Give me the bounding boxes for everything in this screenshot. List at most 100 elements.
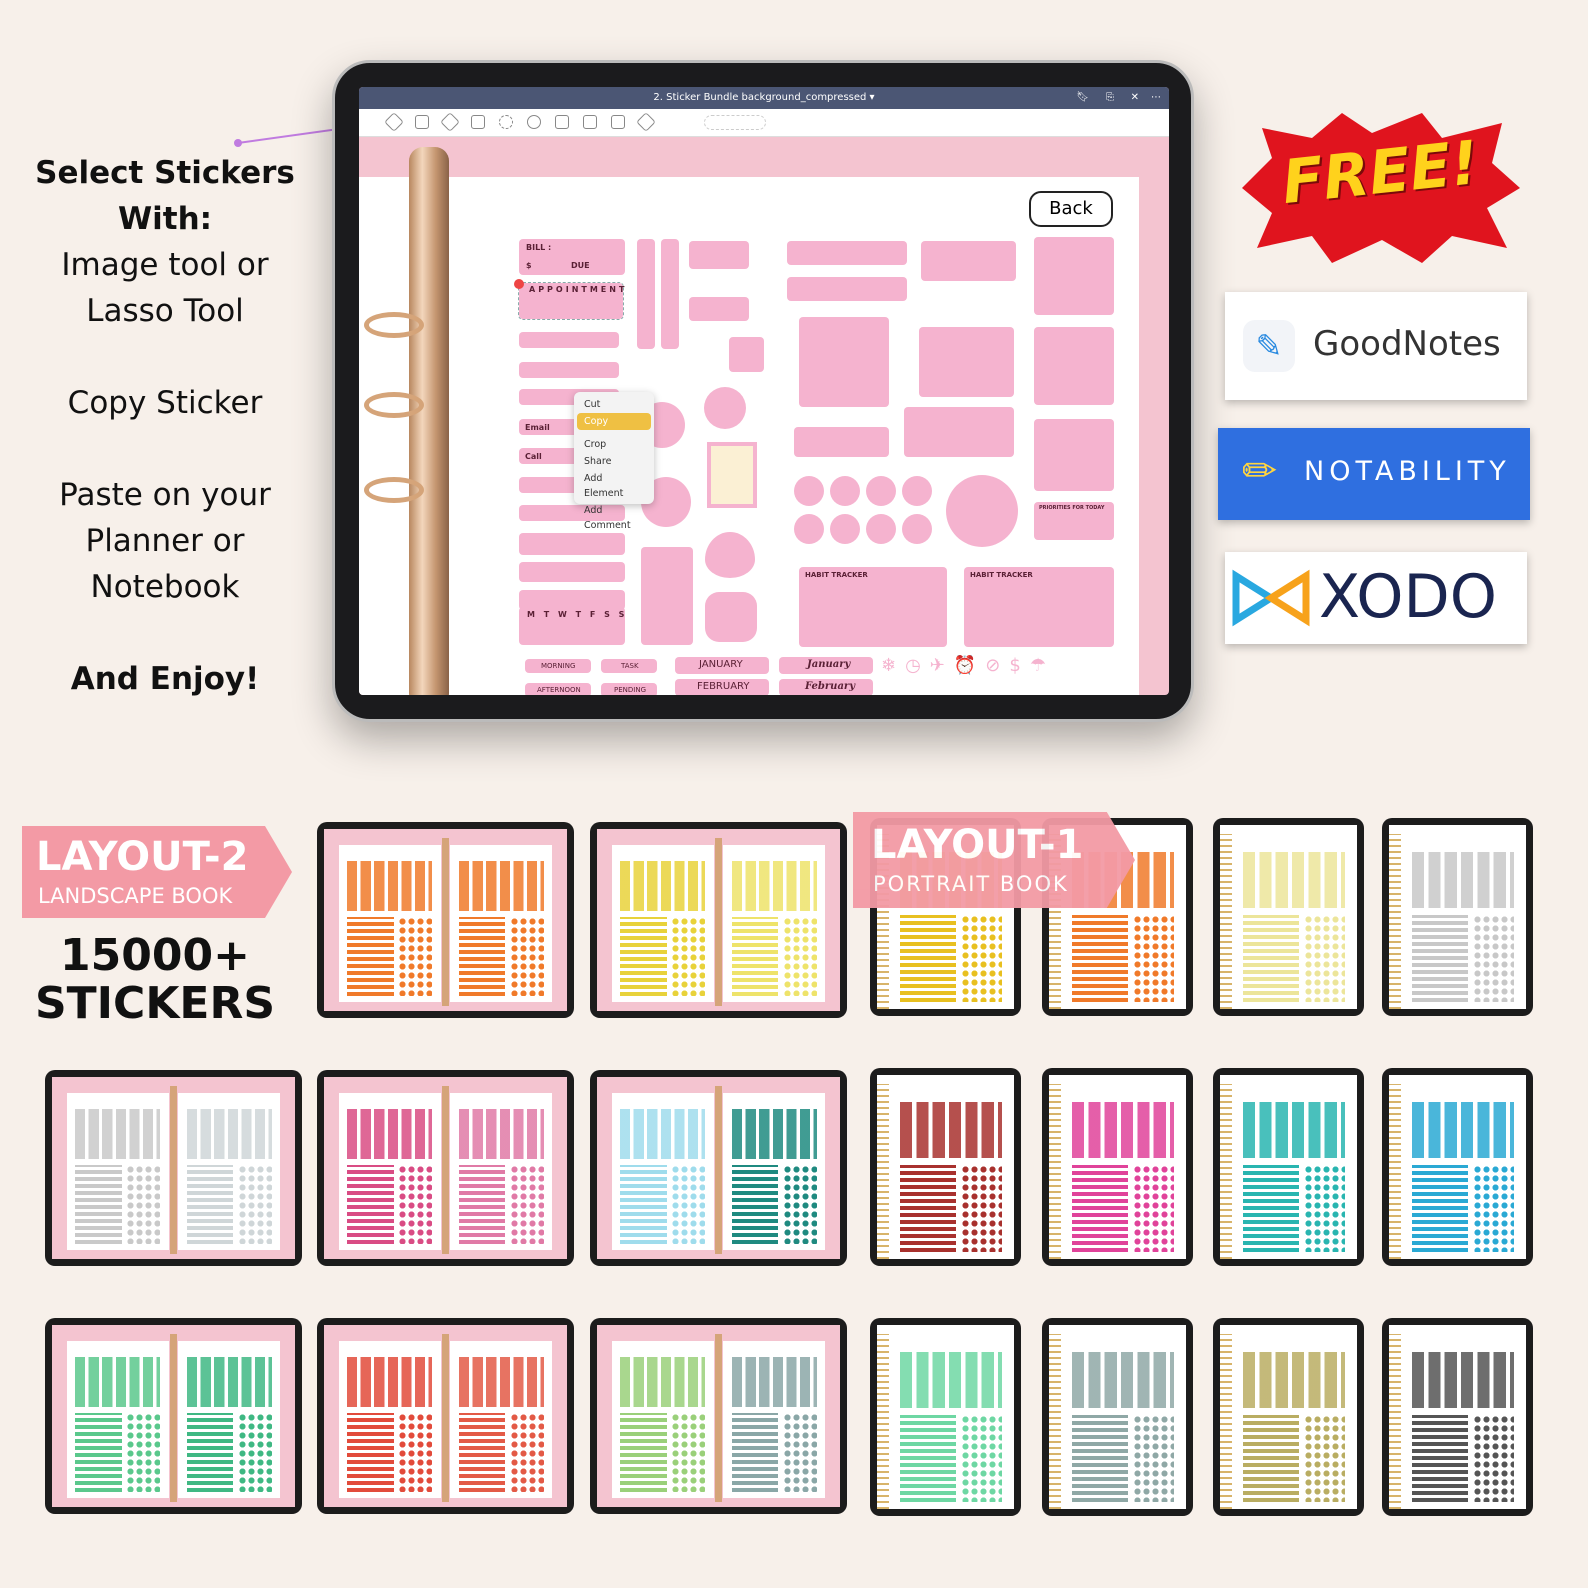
portrait-book-thumbnail[interactable] xyxy=(1382,1068,1533,1266)
landscape-book-thumbnail[interactable] xyxy=(590,1070,847,1266)
week-sticker[interactable]: M T W T F S S xyxy=(527,610,627,619)
title-bar: 2. Sticker Bundle background_compressed … xyxy=(359,87,1169,109)
sticker-page: Back BILL : $ DUE APPOINTMENT Email Call… xyxy=(359,147,1139,695)
instructions: Select Stickers With: Image tool or Lass… xyxy=(20,150,310,702)
icon-stickers[interactable]: ❄◷✈⏰⊘$☂ xyxy=(881,655,1055,676)
text-icon[interactable] xyxy=(611,115,625,129)
portrait-book-thumbnail[interactable] xyxy=(870,1068,1021,1266)
menu-item-cut[interactable]: Cut xyxy=(574,396,654,413)
shapes-icon[interactable] xyxy=(471,115,485,129)
instructions-copy: Copy Sticker xyxy=(67,385,263,421)
close-icon[interactable]: ✕ xyxy=(1131,87,1139,109)
layout-2-title: LAYOUT-2 xyxy=(36,834,249,880)
binder-spine xyxy=(441,1086,450,1254)
pen-icon[interactable] xyxy=(384,112,404,132)
bill-sticker[interactable]: BILL : xyxy=(526,243,551,252)
portrait-book-thumbnail[interactable] xyxy=(1042,1068,1193,1266)
sticker-count: 15000+ STICKERS xyxy=(20,932,290,1028)
xodo-icon xyxy=(1232,569,1310,627)
document-title[interactable]: 2. Sticker Bundle background_compressed xyxy=(653,92,866,103)
color-picker[interactable] xyxy=(704,115,766,130)
sticker-page-preview xyxy=(450,1341,553,1498)
menu-item-add-comment[interactable]: Add Comment xyxy=(574,502,654,534)
goodnotes-text: GoodNotes xyxy=(1313,324,1501,364)
binder-ring xyxy=(364,477,424,503)
instructions-heading: Select Stickers With: xyxy=(35,155,295,237)
morning-label[interactable]: MORNING xyxy=(541,662,575,670)
delete-selection-icon[interactable] xyxy=(514,279,524,289)
portrait-book-thumbnail[interactable] xyxy=(1042,1318,1193,1516)
landscape-book-thumbnail[interactable] xyxy=(317,1070,574,1266)
appointment-sticker[interactable]: APPOINTMENT xyxy=(529,285,627,294)
binder-spine xyxy=(409,147,449,695)
spiral-binding xyxy=(1389,1334,1402,1509)
goodnotes-logo: ✎ GoodNotes xyxy=(1225,292,1527,400)
sticker-page-preview xyxy=(338,1341,441,1498)
camera-icon[interactable] xyxy=(583,115,597,129)
spiral-binding xyxy=(1049,1084,1062,1259)
export-icon[interactable]: ⎘ xyxy=(1106,87,1114,109)
sticker-page-preview xyxy=(611,1093,714,1250)
app-screen: 2. Sticker Bundle background_compressed … xyxy=(359,87,1169,695)
habit-tracker-sticker[interactable]: HABIT TRACKER xyxy=(970,571,1033,579)
layout-1-banner: LAYOUT-1 PORTRAIT BOOK xyxy=(853,812,1135,908)
afternoon-label[interactable]: AFTERNOON xyxy=(537,686,581,694)
spiral-binding xyxy=(1220,834,1233,1009)
portrait-book-thumbnail[interactable] xyxy=(870,1318,1021,1516)
sticker-page-preview xyxy=(178,1341,281,1498)
dollar-label: $ xyxy=(526,261,532,270)
task-label[interactable]: TASK xyxy=(621,662,639,670)
eraser-icon[interactable] xyxy=(415,115,429,129)
menu-item-copy[interactable]: Copy xyxy=(577,413,651,430)
image-icon[interactable] xyxy=(555,115,569,129)
sticker-page-preview xyxy=(723,845,826,1002)
email-sticker[interactable]: Email xyxy=(525,423,550,432)
january-label[interactable]: JANUARY xyxy=(699,659,743,670)
february-script-label[interactable]: February xyxy=(805,681,855,692)
portrait-book-thumbnail[interactable] xyxy=(1382,818,1533,1016)
spiral-binding xyxy=(877,1334,890,1509)
spiral-binding xyxy=(1389,1084,1402,1259)
notability-logo: ✏ NOTABILITY xyxy=(1218,428,1530,520)
call-sticker[interactable]: Call xyxy=(525,452,542,461)
sticker-page-preview xyxy=(1233,834,1355,1009)
january-script-label[interactable]: January xyxy=(807,659,850,670)
spiral-binding xyxy=(1389,834,1402,1009)
goodnotes-icon: ✎ xyxy=(1243,320,1295,372)
sticker-page-preview xyxy=(723,1341,826,1498)
sticker-page-preview xyxy=(66,1341,169,1498)
clipboard-sticker[interactable] xyxy=(707,442,757,508)
back-button[interactable]: Back xyxy=(1029,191,1113,227)
sticker-count-label: STICKERS xyxy=(34,978,276,1029)
landscape-book-thumbnail[interactable] xyxy=(317,1318,574,1514)
landscape-book-thumbnail[interactable] xyxy=(45,1070,302,1266)
more-icon[interactable]: ⋯ xyxy=(1151,87,1161,109)
priorities-sticker[interactable]: PRIORITIES FOR TODAY xyxy=(1039,505,1104,511)
xodo-logo: XODO xyxy=(1225,552,1527,644)
menu-item-share[interactable]: Share xyxy=(574,453,654,470)
landscape-book-thumbnail[interactable] xyxy=(590,822,847,1018)
menu-item-add-element[interactable]: Add Element xyxy=(574,470,654,502)
february-label[interactable]: FEBRUARY xyxy=(697,681,749,692)
menu-item-crop[interactable]: Crop xyxy=(574,436,654,453)
portrait-book-thumbnail[interactable] xyxy=(1213,818,1364,1016)
pending-label[interactable]: PENDING xyxy=(614,686,646,694)
laser-icon[interactable] xyxy=(636,112,656,132)
landscape-book-thumbnail[interactable] xyxy=(45,1318,302,1514)
bookmark-icon[interactable]: 🔖︎ xyxy=(1076,87,1089,109)
lasso-icon[interactable] xyxy=(499,115,513,129)
sticker-count-number: 15000+ xyxy=(60,930,250,981)
tablet-device: 2. Sticker Bundle background_compressed … xyxy=(332,60,1194,722)
landscape-book-thumbnail[interactable] xyxy=(590,1318,847,1514)
sticker-page-preview xyxy=(450,1093,553,1250)
sticker-icon[interactable] xyxy=(527,115,541,129)
habit-tracker-sticker[interactable]: HABIT TRACKER xyxy=(805,571,868,579)
portrait-book-thumbnail[interactable] xyxy=(1213,1068,1364,1266)
circle-stickers[interactable] xyxy=(789,475,1049,555)
highlighter-icon[interactable] xyxy=(440,112,460,132)
sticker-page-preview xyxy=(338,1093,441,1250)
portrait-book-thumbnail[interactable] xyxy=(1382,1318,1533,1516)
sticker-page-preview xyxy=(1062,1334,1184,1509)
landscape-book-thumbnail[interactable] xyxy=(317,822,574,1018)
portrait-book-thumbnail[interactable] xyxy=(1213,1318,1364,1516)
